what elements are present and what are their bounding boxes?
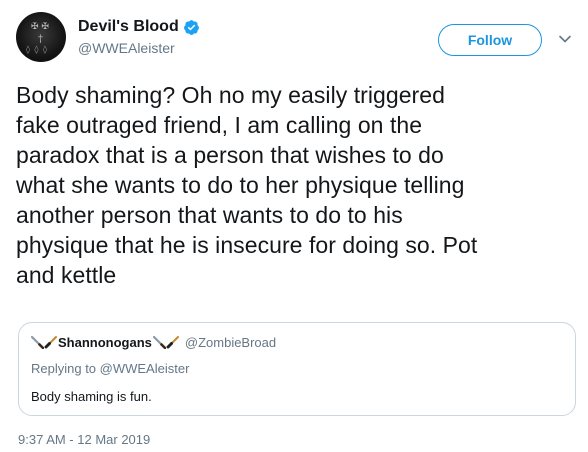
name-emojis <box>152 336 179 349</box>
avatar-art: ◊ ◊ ◊ <box>26 45 48 54</box>
tweet-text: Body shaming? Oh no my easily triggered … <box>16 82 478 288</box>
quoted-tweet-text: Body shaming is fun. <box>31 389 152 404</box>
quoted-display-name[interactable]: Shannonogans <box>58 335 152 350</box>
avatar[interactable]: ✠ ✠ † ◊ ◊ ◊ <box>16 12 66 62</box>
name-emojis <box>31 336 57 349</box>
chevron-down-icon[interactable] <box>558 32 572 46</box>
author-handle[interactable]: @WWEAleister <box>78 40 200 56</box>
avatar-art: † <box>38 34 43 45</box>
follow-button[interactable]: Follow <box>438 24 542 56</box>
replying-to[interactable]: Replying to @WWEAleister <box>31 361 189 376</box>
verified-badge-icon <box>183 19 200 36</box>
paintbrush-icon <box>44 336 57 349</box>
tweet-timestamp[interactable]: 9:37 AM - 12 Mar 2019 <box>18 432 150 447</box>
quoted-tweet[interactable]: Shannonogans @ZombieBroad Replying to @W… <box>18 322 576 416</box>
quoted-handle[interactable]: @ZombieBroad <box>185 335 276 350</box>
avatar-art: ✠ ✠ <box>31 22 49 32</box>
author-display-name[interactable]: Devil's Blood <box>78 18 179 36</box>
tweet-card: ✠ ✠ † ◊ ◊ ◊ Devil's Blood @WWEAleister F… <box>0 0 588 452</box>
knife-icon <box>152 336 166 349</box>
tweet-header: ✠ ✠ † ◊ ◊ ◊ Devil's Blood @WWEAleister F… <box>16 12 576 64</box>
knife-icon <box>31 336 44 349</box>
paintbrush-icon <box>166 336 179 349</box>
quoted-tweet-header: Shannonogans @ZombieBroad <box>31 335 276 350</box>
author-block: Devil's Blood @WWEAleister <box>78 18 200 56</box>
